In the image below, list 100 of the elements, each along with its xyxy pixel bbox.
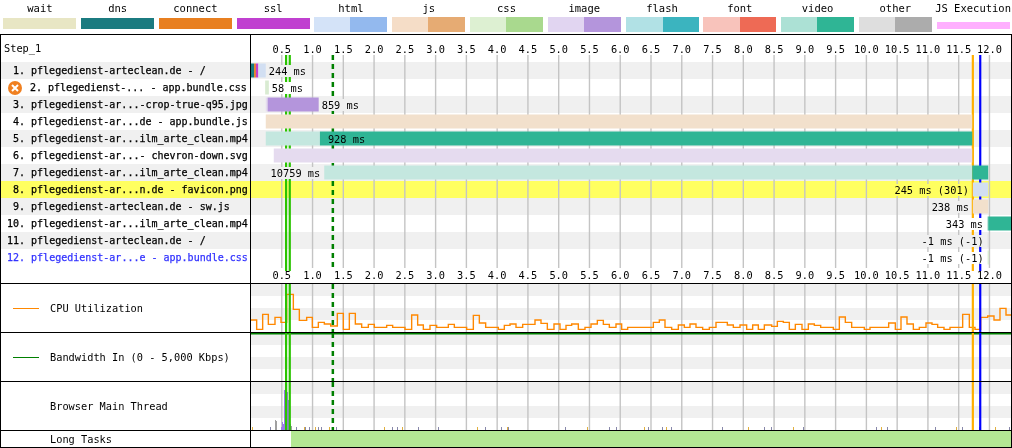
request-name: 4. pflegedienst-ar...de - app.bundle.js: [13, 116, 248, 127]
axis-tick-label: 0.5: [272, 269, 292, 281]
axis-tick-label: 9.0: [795, 269, 815, 281]
request-row[interactable]: 11. pflegedienst-arteclean.de - /: [1, 232, 250, 249]
request-name: 8. pflegedienst-ar...n.de - favicon.png: [13, 184, 248, 195]
request-row[interactable]: 6. pflegedienst-ar...- chevron-down.svg: [1, 147, 250, 164]
graph-label: Browser Main Thread: [50, 400, 168, 412]
legend-label: html: [338, 1, 364, 16]
request-name: 10. pflegedienst-ar...ilm_arte_clean.mp4: [7, 218, 248, 229]
axis-tick-label: 2.0: [364, 269, 384, 281]
legend-label: ssl: [263, 1, 283, 16]
axis-tick-label: 6.5: [641, 43, 661, 55]
axis-tick-label: 3.5: [457, 269, 476, 281]
axis-tick-label: 10.0: [854, 269, 879, 281]
duration-label: -1 ms (-1): [920, 251, 985, 264]
request-name: 6. pflegedienst-ar...- chevron-down.svg: [13, 150, 248, 161]
axis-tick-label: 1.0: [303, 43, 322, 55]
axis-tick-label: 11.5: [946, 43, 972, 55]
legend-label: other: [879, 1, 912, 16]
error-icon: [8, 80, 22, 95]
request-row[interactable]: 12. pflegedienst-ar...e - app.bundle.css: [1, 249, 250, 266]
graph-label: Bandwidth In (0 - 5,000 Kbps): [50, 351, 230, 363]
axis-tick-label: 12.0: [977, 269, 1002, 281]
axis-tick-label: 3.0: [426, 43, 445, 55]
axis-tick-label: 1.5: [334, 43, 353, 55]
axis-tick-label: 1.5: [334, 269, 353, 281]
axis-tick-label: 4.5: [518, 269, 538, 281]
axis-tick-label: 12.0: [977, 43, 1002, 55]
axis-tick-label: 9.5: [826, 43, 845, 55]
legend-label: JS Execution: [935, 1, 1011, 16]
axis-tick-label: 3.5: [457, 43, 476, 55]
axis-tick-label: 11.5: [946, 269, 972, 281]
duration-label: 238 ms: [930, 200, 970, 213]
request-name: 7. pflegedienst-ar...ilm_arte_clean.mp4: [13, 167, 248, 178]
axis-tick-label: 5.5: [580, 269, 599, 281]
axis-tick-label: 7.0: [672, 269, 692, 281]
axis-tick-label: 7.5: [703, 269, 722, 281]
request-bar[interactable]: [987, 250, 990, 265]
axis-tick-label: 7.5: [703, 43, 722, 55]
axis-tick-label: 10.5: [884, 269, 910, 281]
axis-tick-label: 2.0: [364, 43, 384, 55]
legend-label: dns: [108, 1, 128, 16]
axis-tick-label: 0.5: [272, 43, 292, 55]
axis-tick-label: 8.5: [764, 269, 784, 281]
axis-tick-label: 4.0: [487, 269, 507, 281]
axis-tick-label: 7.0: [672, 43, 692, 55]
request-name: 9. pflegedienst-arteclean.de - sw.js: [13, 201, 230, 212]
step-label: Step_1: [3, 41, 43, 57]
request-bar[interactable]: [251, 63, 266, 78]
axis-tick-label: 2.5: [395, 43, 415, 55]
duration-label: 245 ms (301): [893, 183, 970, 196]
axis-tick-label: 5.5: [580, 43, 599, 55]
axis-tick-label: 4.0: [487, 43, 507, 55]
legend-label: font: [727, 1, 753, 16]
duration-label: 928 ms: [327, 132, 366, 145]
axis-tick-label: 8.5: [764, 43, 784, 55]
legend-label: css: [497, 1, 516, 16]
axis-tick-label: 1.0: [303, 269, 322, 281]
request-bar[interactable]: [987, 216, 1011, 231]
axis-tick-label: 4.5: [518, 43, 538, 55]
legend-label: flash: [646, 1, 678, 16]
axis-tick-label: 10.5: [884, 43, 910, 55]
legend-label: wait: [27, 1, 53, 16]
request-row[interactable]: 1. pflegedienst-arteclean.de - /: [1, 62, 250, 79]
request-row[interactable]: 10. pflegedienst-ar...ilm_arte_clean.mp4: [1, 215, 250, 232]
axis-tick-label: 9.0: [795, 43, 815, 55]
request-row[interactable]: 4. pflegedienst-ar...de - app.bundle.js: [1, 113, 250, 130]
request-name: 11. pflegedienst-arteclean.de - /: [7, 235, 206, 246]
axis-tick-label: 8.0: [734, 43, 753, 55]
axis-tick-label: 6.5: [641, 269, 661, 281]
axis-tick-label: 6.0: [610, 43, 630, 55]
duration-label: 343 ms: [944, 217, 984, 230]
graph-label: CPU Utilization: [50, 302, 143, 314]
request-row[interactable]: 9. pflegedienst-arteclean.de - sw.js: [1, 198, 250, 215]
request-row[interactable]: 5. pflegedienst-ar...ilm_arte_clean.mp4: [1, 130, 250, 147]
axis-tick-label: 3.0: [426, 269, 445, 281]
legend-label: js: [422, 1, 436, 16]
axis-tick-label: 11.0: [915, 269, 941, 281]
request-name: 1. pflegedienst-arteclean.de - /: [13, 65, 206, 76]
axis-tick-label: 11.0: [915, 43, 941, 55]
axis-tick-label: 8.0: [734, 269, 753, 281]
axis-tick-label: 9.5: [826, 269, 845, 281]
request-name: 12. pflegedienst-ar...e - app.bundle.css: [7, 252, 248, 263]
duration-label: -1 ms (-1): [920, 234, 985, 247]
graph-label: Long Tasks: [50, 433, 112, 445]
axis-tick-label: 5.0: [549, 269, 568, 281]
legend-label: video: [801, 1, 834, 16]
request-row[interactable]: 8. pflegedienst-ar...n.de - favicon.png: [1, 181, 250, 198]
duration-label: 859 ms: [320, 98, 360, 111]
request-name: 3. pflegedienst-ar...-crop-true-q95.jpg: [13, 99, 248, 110]
duration-label: 10759 ms: [269, 166, 322, 179]
axis-tick-label: 5.0: [549, 43, 568, 55]
request-name: 5. pflegedienst-ar...ilm_arte_clean.mp4: [13, 133, 248, 144]
request-row[interactable]: 3. pflegedienst-ar...-crop-true-q95.jpg: [1, 96, 250, 113]
request-row[interactable]: 2. pflegedienst-... - app.bundle.css: [1, 79, 250, 96]
duration-label: 58 ms: [270, 81, 304, 94]
axis-tick-label: 6.0: [610, 269, 630, 281]
legend-label: image: [568, 1, 601, 16]
request-row[interactable]: 7. pflegedienst-ar...ilm_arte_clean.mp4: [1, 164, 250, 181]
duration-label: 244 ms: [267, 64, 307, 77]
